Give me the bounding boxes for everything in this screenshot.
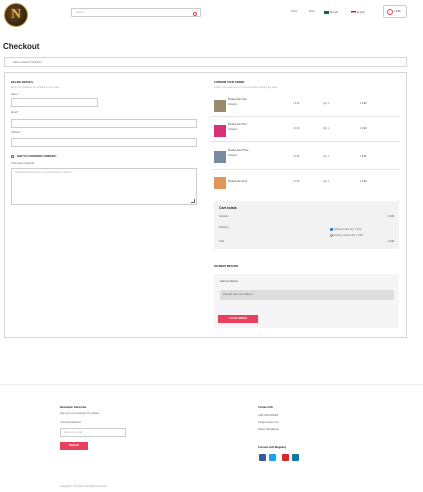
search-input[interactable]: Search... [76,11,86,15]
facebook-icon[interactable] [259,454,266,461]
contact-title: Contact Info [258,406,274,409]
site-logo[interactable]: N [4,3,28,27]
product-price: ৳ 0.00 [293,127,300,130]
product-image[interactable] [214,151,226,163]
email-field[interactable] [11,119,197,128]
lang-english[interactable]: English [351,11,365,15]
subtotal-label: Subtotal [219,215,228,218]
payment-note-box: Pay with cash upon delivery. [220,290,394,300]
coupon-text[interactable]: Have a coupon? Click here [13,61,42,65]
radio-selected[interactable] [330,228,333,231]
product-qty: Qty: 1 [323,127,330,130]
lang-bengali[interactable]: Bengali [324,11,338,15]
place-order-button[interactable]: PLACE ORDER [218,315,258,323]
ship-different-label[interactable]: SHIP TO A DIFFERENT ADDRESS? [17,155,57,158]
order-notes-textarea[interactable]: Notes about your order, e.g. special not… [11,168,197,205]
product-price: ৳ 0.00 [293,102,300,105]
product-variation: Variation [228,154,238,157]
list-item: Product Item Three Variation ৳ 0.00 Qty:… [212,147,400,170]
order-heading: CONFIRM YOUR ORDER [214,81,245,84]
product-qty: Qty: 1 [323,102,330,105]
product-image[interactable] [214,177,226,189]
product-price: ৳ 0.00 [293,155,300,158]
cart-button[interactable]: ৳ 0.00 [383,5,407,18]
product-name[interactable]: Product Item One [228,98,247,102]
search-icon[interactable] [193,11,197,16]
product-variation: Variation [228,103,238,106]
radio[interactable] [330,234,333,237]
address-field[interactable] [11,138,197,147]
divider [212,141,400,142]
search-box[interactable]: Search... [71,8,201,17]
shipping-option-outside[interactable]: Delivery outside city: ৳ 0.00 [330,234,363,238]
page-root: N Search... Home Shop Bengali English ৳ … [0,0,423,492]
footer [0,384,423,492]
billing-subtitle: Enter your details to be included in you… [11,86,60,89]
page-title: Checkout [3,42,40,51]
address-label: Address * [11,131,22,134]
contact-email[interactable]: info@example.com [258,421,279,425]
product-total: ৳ 0.00 [360,155,367,158]
nav-home[interactable]: Home [291,10,297,14]
chevron-down-icon: ⌄ [398,60,401,63]
product-qty: Qty: 1 [323,155,330,158]
payment-heading: PAYMENT METHOD [214,265,239,268]
bd-flag-icon [324,11,329,14]
product-image[interactable] [214,100,226,112]
notes-label: Order notes (optional) [11,162,35,165]
shipping-label: Shipping [219,226,229,229]
divider [212,169,400,170]
newsletter-email-label: Your Email Address [60,421,81,424]
cart-totals: Cart totals Subtotal ৳ 0.00 Shipping Del… [214,201,399,249]
copyright: Copyright © Your Store. All Rights Reser… [60,485,108,488]
product-total: ৳ 0.00 [360,102,367,105]
linkedin-icon[interactable] [292,454,299,461]
total-value: ৳ 0.00 [387,240,394,243]
product-name[interactable]: Product Item Two [228,123,247,127]
name-label: Name * [11,93,19,96]
order-subtitle: Confirm the order items in your cart bef… [214,86,278,89]
list-item: Product Item Four ৳ 0.00 Qty: 1 ৳ 0.00 [212,175,400,193]
signup-button[interactable]: SIGN UP [60,442,88,450]
product-name[interactable]: Product Item Four [228,180,247,184]
contact-phone[interactable]: +880 0000-000000 [258,414,278,418]
product-price: ৳ 0.00 [293,180,300,183]
order-items: Product Item One Variation ৳ 0.00 Qty: 1… [212,95,400,195]
product-name[interactable]: Product Item Three [228,149,248,153]
product-total: ৳ 0.00 [360,127,367,130]
list-item: Product Item Two Variation ৳ 0.00 Qty: 1… [212,121,400,143]
email-label: Email * [11,111,19,114]
payment-method-cod[interactable]: Cash on delivery [220,280,238,284]
nav-shop[interactable]: Shop [309,10,315,14]
divider [212,116,400,117]
us-flag-icon [351,11,356,14]
totals-heading: Cart totals [219,206,237,210]
contact-address: Dhaka, Bangladesh [258,428,279,431]
name-field[interactable] [11,98,98,107]
shipping-option-inside[interactable]: Delivery inside city: ৳ 0.00 [330,228,361,232]
twitter-icon[interactable] [269,454,276,461]
newsletter-title: Newsletter Subscribe [60,406,87,409]
newsletter-email-input[interactable]: Enter your e-mail [60,428,126,437]
billing-heading: BILLING DETAILS [11,81,33,84]
connect-title: Connect with Megabuy [258,446,287,449]
product-image[interactable] [214,125,226,137]
total-label: Total [219,240,225,243]
product-variation: Variation [228,128,238,131]
subtotal-value: ৳ 0.00 [387,215,394,218]
ship-different-checkbox[interactable] [11,155,14,158]
cart-icon [387,9,393,15]
coupon-toggle[interactable]: Have a coupon? Click here ⌄ [4,57,407,67]
youtube-icon[interactable] [282,454,289,461]
product-qty: Qty: 1 [323,180,330,183]
product-total: ৳ 0.00 [360,180,367,183]
newsletter-text: Sign up to our newsletter for updates [60,412,100,415]
resize-handle-icon[interactable] [191,199,195,203]
list-item: Product Item One Variation ৳ 0.00 Qty: 1… [212,95,400,117]
